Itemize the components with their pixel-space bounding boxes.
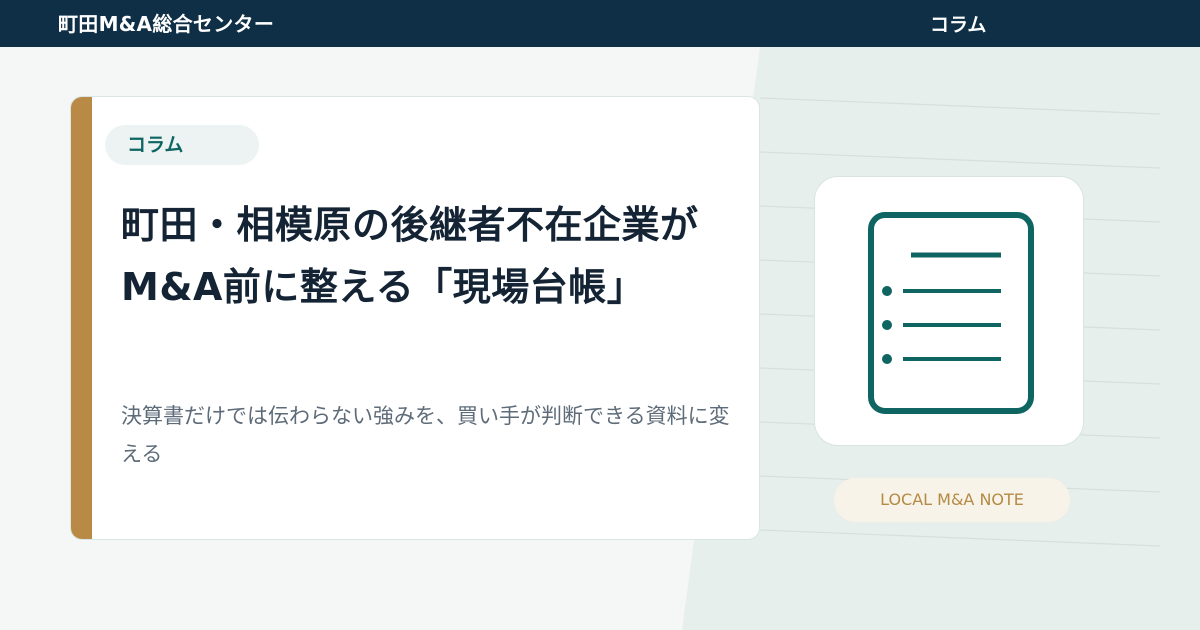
header-category-label[interactable]: コラム <box>930 13 986 37</box>
local-note-badge: LOCAL M&A NOTE <box>834 478 1070 522</box>
top-bar: 町田M&A総合センター コラム <box>0 0 1200 47</box>
category-tag: コラム <box>105 125 259 165</box>
article-subtitle: 決算書だけでは伝わらない強みを、買い手が判断できる資料に変える <box>121 404 730 466</box>
article-card: コラム 町田・相模原の後継者不在企業がM&A前に整える「現場台帳」 決算書だけで… <box>70 96 760 540</box>
card-accent-bar <box>71 97 92 539</box>
site-brand[interactable]: 町田M&A総合センター <box>58 12 274 36</box>
document-list-icon <box>868 212 1034 414</box>
illustration-box <box>814 176 1084 446</box>
article-title: 町田・相模原の後継者不在企業がM&A前に整える「現場台帳」 <box>121 203 699 309</box>
